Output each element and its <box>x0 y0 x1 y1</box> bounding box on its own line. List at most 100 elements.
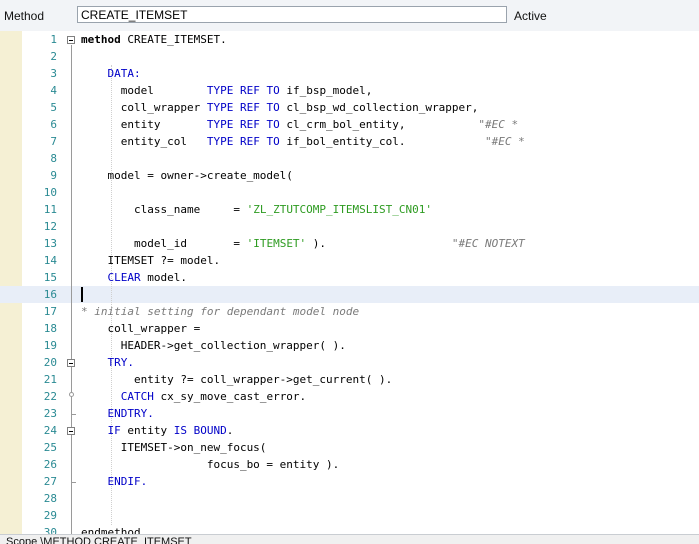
code-line-20: TRY. <box>81 354 134 371</box>
line-number: 17 <box>43 305 57 318</box>
code-text: coll_wrapper = <box>81 322 201 335</box>
method-header: Method Active <box>0 0 699 32</box>
keyword: TYPE REF TO <box>206 135 280 148</box>
line-number: 1 <box>50 33 57 46</box>
code-text: model = owner->create_model( <box>81 169 293 182</box>
line-number: 30 <box>43 526 57 534</box>
pragma-comment: "#EC NOTEXT <box>326 237 525 250</box>
marker-bar <box>0 31 23 534</box>
fold-toggle-icon[interactable] <box>67 359 75 367</box>
line-number: 21 <box>43 373 57 386</box>
line-number: 11 <box>43 203 57 216</box>
keyword: TYPE REF TO <box>206 118 280 131</box>
keyword: method <box>81 33 121 46</box>
code-editor[interactable]: 1 2 3 4 5 6 7 8 9 10 11 12 13 14 15 16 17 18 19 20 21 22 23 24 2… <box>0 31 699 534</box>
keyword: CLEAR <box>81 271 141 284</box>
code-line-4: model TYPE REF TO if_bsp_model, <box>81 82 373 99</box>
code-text: . <box>226 424 234 437</box>
line-number: 4 <box>50 84 57 97</box>
code-text: entity <box>81 118 207 131</box>
line-number: 28 <box>43 492 57 505</box>
code-line-18: coll_wrapper = <box>81 320 200 337</box>
keyword: DATA: <box>81 67 141 80</box>
code-line-6: entity TYPE REF TO cl_crm_bol_entity, "#… <box>81 116 518 133</box>
fold-guide <box>71 45 72 534</box>
line-number: 18 <box>43 322 57 335</box>
code-line-13: model_id = 'ITEMSET' ). "#EC NOTEXT <box>81 235 525 252</box>
code-text: focus_bo = entity ). <box>81 458 340 471</box>
code-line-19: HEADER->get_collection_wrapper( ). <box>81 337 346 354</box>
keyword: TRY. <box>81 356 134 369</box>
line-number: 8 <box>50 152 57 165</box>
line-number: 19 <box>43 339 57 352</box>
code-line-14: ITEMSET ?= model. <box>81 252 220 269</box>
code-line-27: ENDIF. <box>81 473 147 490</box>
pragma-comment: "#EC * <box>405 135 525 148</box>
comment-line: * initial setting for dependant model no… <box>81 305 360 318</box>
code-text: if_bol_entity_col. <box>279 135 406 148</box>
code-line-22: CATCH cx_sy_move_cast_error. <box>81 388 306 405</box>
code-line-5: coll_wrapper TYPE REF TO cl_bsp_wd_colle… <box>81 99 479 116</box>
line-number: 14 <box>43 254 57 267</box>
code-text: ITEMSET->on_new_focus( <box>81 441 267 454</box>
code-text: ITEMSET ?= model. <box>81 254 221 267</box>
keyword: IS BOUND <box>173 424 227 437</box>
current-line-highlight <box>0 286 699 303</box>
code-text: if_bsp_model, <box>279 84 373 97</box>
line-number: 5 <box>50 101 57 114</box>
line-number: 3 <box>50 67 57 80</box>
fold-toggle-icon[interactable] <box>67 427 75 435</box>
line-number: 27 <box>43 475 57 488</box>
code-text: cl_crm_bol_entity, <box>279 118 406 131</box>
code-text: cx_sy_move_cast_error. <box>153 390 307 403</box>
fold-toggle-icon[interactable] <box>67 36 75 44</box>
string-literal: 'ZL_ZTUTCOMP_ITEMSLIST_CN01' <box>246 203 433 216</box>
keyword: TYPE REF TO <box>206 101 280 114</box>
line-number: 13 <box>43 237 57 250</box>
code-text: class_name = <box>81 203 247 216</box>
line-number: 26 <box>43 458 57 471</box>
fold-branch-icon <box>69 392 74 397</box>
keyword: ENDIF. <box>81 475 148 488</box>
code-text: model_id = <box>81 237 247 250</box>
fold-end-tick <box>71 482 76 483</box>
code-line-23: ENDTRY. <box>81 405 154 422</box>
code-text: cl_bsp_wd_collection_wrapper, <box>279 101 479 114</box>
method-name-field[interactable] <box>77 6 507 23</box>
code-text: coll_wrapper <box>81 101 207 114</box>
fold-end-tick <box>71 414 76 415</box>
keyword: IF <box>81 424 121 437</box>
code-line-1: method CREATE_ITEMSET. <box>81 31 227 48</box>
code-text: model. <box>140 271 187 284</box>
line-number: 7 <box>50 135 57 148</box>
keyword: TYPE REF TO <box>206 84 280 97</box>
code-text: HEADER->get_collection_wrapper( ). <box>81 339 346 352</box>
line-number: 12 <box>43 220 57 233</box>
keyword: ENDTRY. <box>81 407 154 420</box>
code-text: model <box>81 84 207 97</box>
line-number: 9 <box>50 169 57 182</box>
line-number: 16 <box>43 288 57 301</box>
status-label: Active <box>514 9 547 23</box>
line-number: 6 <box>50 118 57 131</box>
method-label: Method <box>4 9 45 23</box>
code-text: endmethod. <box>81 526 148 534</box>
pragma-comment: "#EC * <box>405 118 519 131</box>
code-text: ). <box>306 237 327 250</box>
code-line-15: CLEAR model. <box>81 269 187 286</box>
keyword: CATCH <box>81 390 154 403</box>
code-line-7: entity_col TYPE REF TO if_bol_entity_col… <box>81 133 525 150</box>
line-number: 15 <box>43 271 57 284</box>
string-literal: 'ITEMSET' <box>246 237 307 250</box>
code-line-25: ITEMSET->on_new_focus( <box>81 439 267 456</box>
line-number: 10 <box>43 186 57 199</box>
code-line-21: entity ?= coll_wrapper->get_current( ). <box>81 371 392 388</box>
code-line-11: class_name = 'ZL_ZTUTCOMP_ITEMSLIST_CN01… <box>81 201 432 218</box>
code-text: entity <box>120 424 174 437</box>
code-text: CREATE_ITEMSET. <box>120 33 227 46</box>
line-number: 25 <box>43 441 57 454</box>
line-number: 29 <box>43 509 57 522</box>
code-text: entity ?= coll_wrapper->get_current( ). <box>81 373 393 386</box>
code-line-3: DATA: <box>81 65 141 82</box>
line-number: 20 <box>43 356 57 369</box>
